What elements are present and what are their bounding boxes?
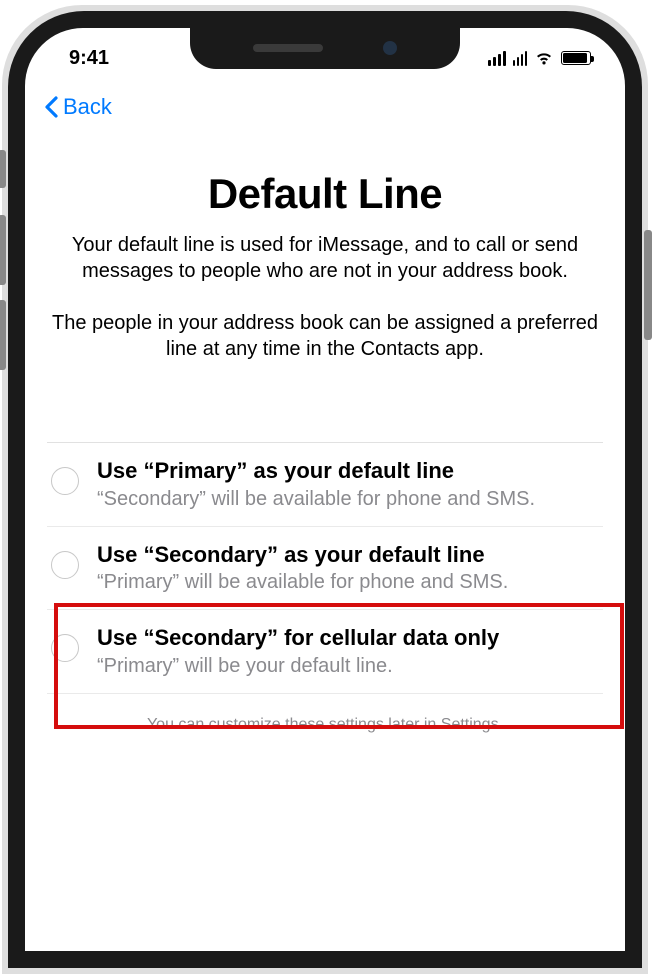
option-primary-default[interactable]: Use “Primary” as your default line “Seco…: [47, 443, 603, 527]
battery-icon: [561, 51, 591, 65]
wifi-icon: [534, 51, 554, 66]
speaker-grill: [253, 44, 323, 52]
volume-down-button: [0, 300, 6, 370]
option-title: Use “Primary” as your default line: [97, 457, 597, 485]
option-title: Use “Secondary” for cellular data only: [97, 624, 597, 652]
option-secondary-data-only[interactable]: Use “Secondary” for cellular data only “…: [47, 610, 603, 694]
radio-unchecked-icon: [51, 551, 79, 579]
volume-up-button: [0, 215, 6, 285]
option-list: Use “Primary” as your default line “Seco…: [47, 442, 603, 694]
page-title: Default Line: [47, 170, 603, 218]
power-button: [644, 230, 652, 340]
option-subtitle: “Primary” will be your default line.: [97, 654, 597, 679]
phone-frame: 9:41 Back Def: [2, 5, 648, 974]
back-label: Back: [63, 94, 112, 120]
radio-unchecked-icon: [51, 467, 79, 495]
content: Default Line Your default line is used f…: [25, 148, 625, 951]
mute-switch: [0, 150, 6, 188]
option-subtitle: “Secondary” will be available for phone …: [97, 487, 597, 512]
chevron-left-icon: [43, 96, 59, 118]
status-time: 9:41: [55, 47, 109, 70]
front-camera: [383, 41, 397, 55]
cellular-signal-icon: [488, 51, 506, 66]
status-indicators: [488, 51, 595, 66]
option-secondary-default[interactable]: Use “Secondary” as your default line “Pr…: [47, 527, 603, 611]
page-description-2: The people in your address book can be a…: [47, 310, 603, 362]
nav-bar: Back: [25, 94, 625, 120]
option-text: Use “Secondary” as your default line “Pr…: [97, 541, 597, 596]
notch: [190, 28, 460, 69]
cellular-signal-secondary-icon: [513, 51, 527, 66]
back-button[interactable]: Back: [43, 94, 112, 120]
option-text: Use “Primary” as your default line “Seco…: [97, 457, 597, 512]
option-subtitle: “Primary” will be available for phone an…: [97, 570, 597, 595]
option-text: Use “Secondary” for cellular data only “…: [97, 624, 597, 679]
page-description-1: Your default line is used for iMessage, …: [47, 232, 603, 284]
footer-note: You can customize these settings later i…: [47, 716, 603, 734]
option-title: Use “Secondary” as your default line: [97, 541, 597, 569]
radio-unchecked-icon: [51, 634, 79, 662]
screen: 9:41 Back Def: [25, 28, 625, 951]
